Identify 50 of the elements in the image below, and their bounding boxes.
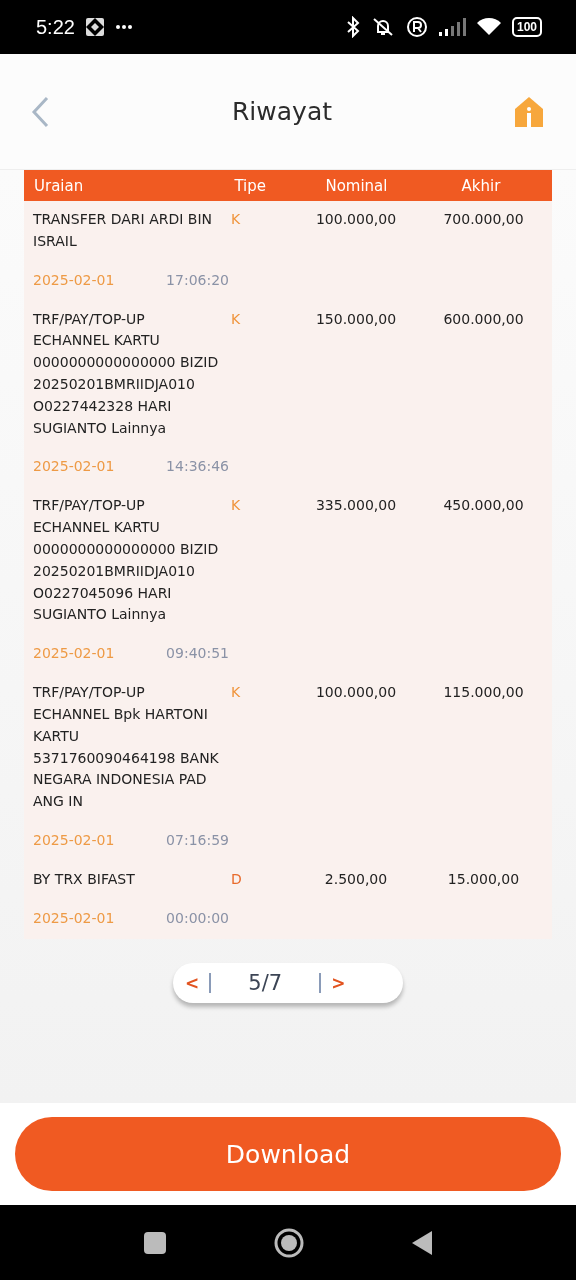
amount-cell-text: 150.000,00	[314, 309, 398, 329]
page-indicator: 5/7	[247, 970, 284, 995]
type-cell-text: D	[231, 869, 243, 889]
recents-icon[interactable]	[143, 1230, 167, 1255]
home-button-icon[interactable]	[273, 1226, 305, 1259]
time-text: 07:16:59	[166, 830, 229, 850]
time-text: 00:00:00	[166, 908, 229, 928]
signal-icon	[437, 17, 466, 37]
time-text: 17:06:20	[166, 270, 229, 290]
amount-cell-text: 100.000,00	[314, 210, 398, 229]
date-text: 2025-02-01	[33, 270, 115, 290]
date-text: 2025-02-01	[33, 457, 115, 477]
date-text: 2025-02-01	[33, 830, 115, 850]
amount-cell-text: 335.000,00	[314, 496, 398, 516]
time-text: 14:36:46	[166, 457, 229, 477]
type-cell-text: K	[231, 210, 242, 229]
download-button[interactable]: Download	[15, 1117, 561, 1191]
description-cell-text: TRF/PAY/TOP-UP ECHANNEL KARTU 0000000000000000 BIZID 20250201BMRIIDJA010 O0227442328 HARI SUGIANTO Lainnya	[33, 309, 220, 438]
column-header: Nominal	[324, 176, 389, 195]
battery-level: 100	[516, 20, 537, 34]
date-text: 2025-02-01	[33, 908, 115, 928]
balance-cell-text: 15.000,00	[446, 869, 521, 889]
type-cell-text: K	[231, 496, 242, 516]
back-nav-icon[interactable]	[411, 1229, 433, 1256]
description-cell-text: TRF/PAY/TOP-UP ECHANNEL Bpk HARTONI KARTU 5371760090464198 BANK NEGARA INDONESIA PAD ANG IN	[33, 683, 220, 812]
balance-cell-text: 115.000,00	[442, 683, 525, 703]
balance-cell-text: 700.000,00	[442, 210, 525, 229]
notification-icon	[84, 17, 105, 37]
column-header: Tipe	[234, 176, 268, 195]
column-header: Uraian	[34, 176, 85, 195]
previous-page-button[interactable]: <	[181, 972, 204, 993]
description-cell-text: TRANSFER DARI ARDI BIN ISRAIL	[33, 210, 213, 251]
time-text: 09:40:51	[166, 644, 229, 664]
balance-cell-text: 450.000,00	[442, 496, 525, 516]
date-text: 2025-02-01	[33, 644, 115, 664]
next-page-button[interactable]: >	[327, 972, 350, 993]
bluetooth-icon	[345, 16, 360, 38]
column-header: Akhir	[460, 176, 502, 195]
description-cell-text: BY TRX BIFAST	[33, 869, 136, 889]
type-cell-text: K	[231, 309, 242, 329]
type-cell-text: K	[231, 683, 242, 703]
description-cell-text: TRF/PAY/TOP-UP ECHANNEL KARTU 0000000000000000 BIZID 20250201BMRIIDJA010 O0227045096 HARI SUGIANTO Lainnya	[33, 496, 220, 625]
page-title: Riwayat	[232, 97, 332, 126]
more-icon	[114, 24, 133, 30]
amount-cell-text: 100.000,00	[314, 683, 398, 703]
amount-cell-text: 2.500,00	[323, 869, 389, 889]
balance-cell-text: 600.000,00	[442, 309, 525, 329]
registered-icon	[405, 16, 428, 38]
wifi-icon	[475, 17, 502, 37]
clock: 5:22	[36, 15, 75, 39]
